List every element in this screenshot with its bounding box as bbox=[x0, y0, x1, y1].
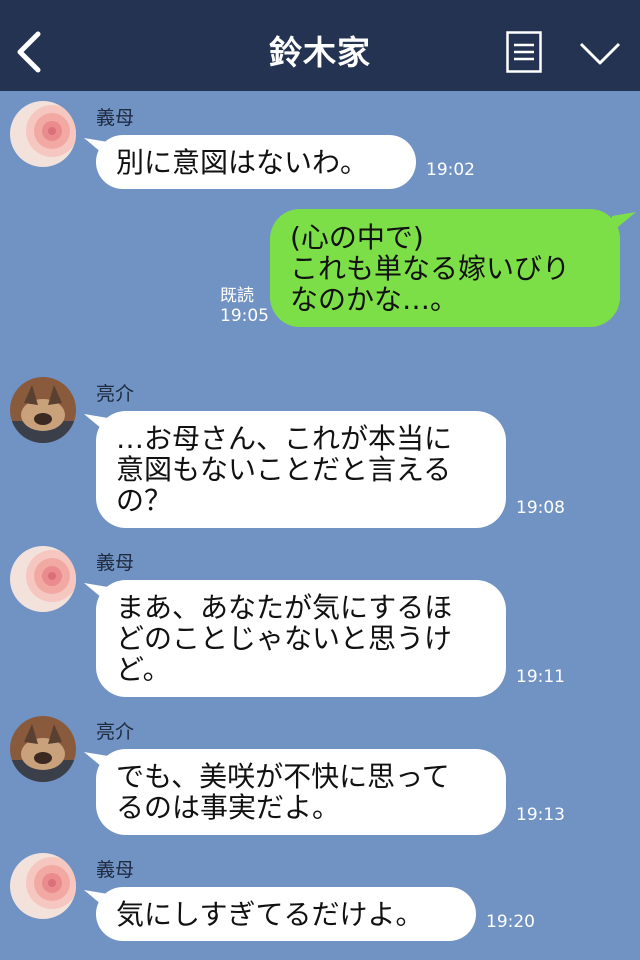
message-bubble[interactable]: …お母さん、これが本当に 意図もないことだと言える の？ bbox=[96, 411, 506, 528]
message-bubble[interactable]: 別に意図はないわ。 bbox=[96, 135, 416, 189]
chevron-down-icon[interactable] bbox=[578, 40, 622, 68]
message-time: 19:02 bbox=[426, 160, 475, 180]
bubble-tail bbox=[612, 212, 636, 232]
chat-header: 鈴木家 bbox=[0, 0, 640, 91]
avatar-dog[interactable] bbox=[10, 716, 76, 782]
menu-list-icon[interactable] bbox=[506, 31, 542, 73]
message-time: 19:08 bbox=[516, 498, 565, 518]
sender-name: 義母 bbox=[96, 107, 135, 129]
message-bubble[interactable]: 気にしすぎてるだけよ。 bbox=[96, 887, 476, 941]
avatar-flower[interactable] bbox=[10, 853, 76, 919]
sender-name: 亮介 bbox=[96, 721, 135, 743]
own-message-bubble[interactable]: (心の中で) これも単なる嫁いびり なのかな…。 bbox=[270, 209, 620, 327]
message-time: 19:13 bbox=[516, 805, 565, 825]
sender-name: 亮介 bbox=[96, 383, 135, 405]
message-time: 19:11 bbox=[516, 667, 565, 687]
chat-title: 鈴木家 bbox=[269, 33, 371, 72]
avatar-flower[interactable] bbox=[10, 101, 76, 167]
avatar-dog[interactable] bbox=[10, 377, 76, 443]
message-time: 19:20 bbox=[486, 912, 535, 932]
message-bubble[interactable]: まあ、あなたが気にするほ どのことじゃないと思うけ ど。 bbox=[96, 580, 506, 697]
message-bubble[interactable]: でも、美咲が不快に思って るのは事実だよ。 bbox=[96, 749, 506, 835]
avatar-flower[interactable] bbox=[10, 546, 76, 612]
read-status: 既読 bbox=[220, 286, 254, 306]
sender-name: 義母 bbox=[96, 859, 135, 881]
message-time: 19:05 bbox=[220, 306, 269, 326]
sender-name: 義母 bbox=[96, 552, 135, 574]
